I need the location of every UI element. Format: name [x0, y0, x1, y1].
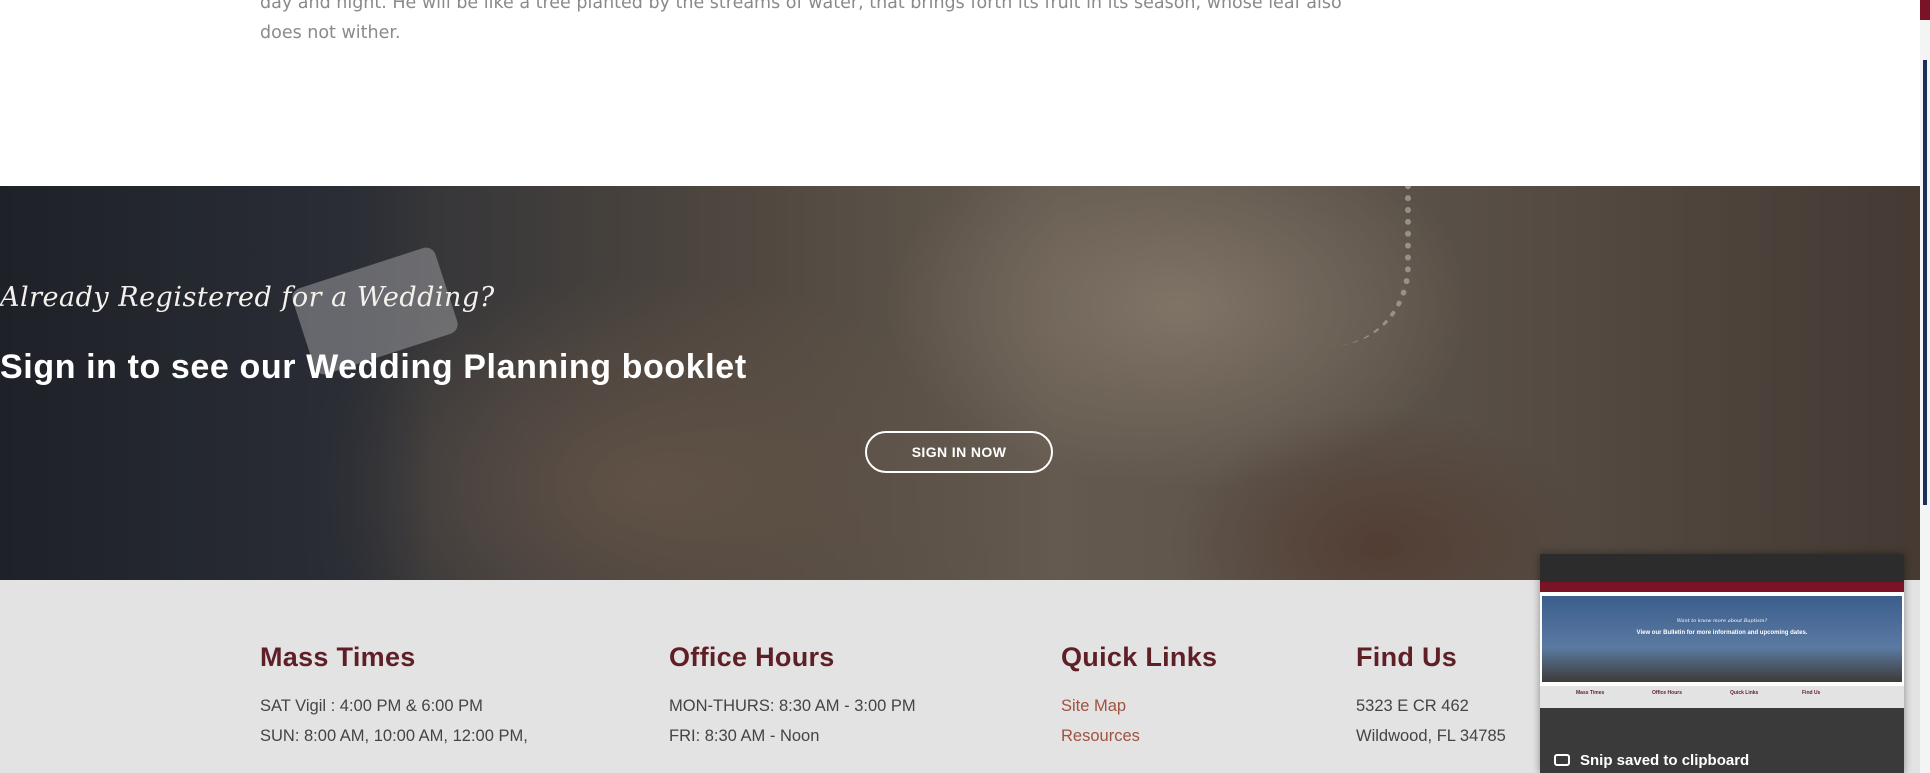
mass-times-title: Mass Times — [260, 642, 416, 672]
preview-footer-label: Find Us — [1802, 690, 1821, 696]
quick-links-title: Quick Links — [1061, 642, 1218, 672]
footer-mass-times: Mass Times SAT Vigil : 4:00 PM & 6:00 PM… — [260, 642, 528, 751]
snip-tool-icon — [1554, 754, 1570, 766]
preview-footer-label: Mass Times — [1576, 690, 1605, 696]
page-scrollbar[interactable] — [1920, 0, 1930, 773]
snip-message: Snip saved to clipboard — [1554, 752, 1749, 769]
preview-footer-band: Mass Times Office Hours Quick Links Find… — [1540, 686, 1904, 708]
address-line: 5323 E CR 462 — [1356, 697, 1469, 715]
find-us-title: Find Us — [1356, 642, 1458, 672]
office-hours-line: FRI: 8:30 AM - Noon — [669, 727, 820, 745]
snip-message-text: Snip saved to clipboard — [1580, 752, 1750, 769]
sign-in-now-button[interactable]: SIGN IN NOW — [865, 431, 1053, 473]
office-hours-title: Office Hours — [669, 642, 835, 672]
scripture-text: day and night. He will be like a tree pl… — [260, 0, 1360, 48]
preview-hero-text: View our Bulletin for more information a… — [1636, 630, 1808, 636]
preview-hero: Want to know more about Baptism? View ou… — [1542, 596, 1902, 682]
mass-time-line: SAT Vigil : 4:00 PM & 6:00 PM — [260, 697, 483, 715]
scripture-line: day and night. He will be like a tree pl… — [260, 0, 1342, 43]
footer-office-hours: Office Hours MON-THURS: 8:30 AM - 3:00 P… — [669, 642, 916, 751]
snip-notification[interactable]: Want to know more about Baptism? View ou… — [1540, 554, 1904, 773]
preview-footer-label: Office Hours — [1652, 690, 1683, 696]
office-hours-line: MON-THURS: 8:30 AM - 3:00 PM — [669, 697, 916, 715]
banner-headline: Sign in to see our Wedding Planning book… — [0, 348, 747, 386]
preview-nav-bar — [1540, 582, 1904, 592]
snip-notification-header — [1540, 554, 1904, 582]
wedding-banner: Already Registered for a Wedding? Sign i… — [0, 186, 1920, 580]
preview-footer-label: Quick Links — [1730, 690, 1759, 696]
preview-hero-kicker: Want to know more about Baptism? — [1676, 618, 1768, 624]
address-line: Wildwood, FL 34785 — [1356, 727, 1506, 745]
scrollbar-top-marker — [1920, 0, 1930, 20]
snip-preview-image[interactable]: Want to know more about Baptism? View ou… — [1540, 582, 1904, 708]
footer-find-us: Find Us 5323 E CR 462 Wildwood, FL 34785 — [1356, 642, 1506, 751]
footer-quick-links: Quick Links Site Map Resources — [1061, 642, 1217, 751]
banner-kicker: Already Registered for a Wedding? — [0, 282, 495, 313]
quick-link-site-map[interactable]: Site Map — [1061, 691, 1217, 721]
quick-link-resources[interactable]: Resources — [1061, 721, 1217, 751]
scrollbar-thumb[interactable] — [1923, 60, 1927, 505]
mass-time-line: SUN: 8:00 AM, 10:00 AM, 12:00 PM, — [260, 727, 528, 745]
